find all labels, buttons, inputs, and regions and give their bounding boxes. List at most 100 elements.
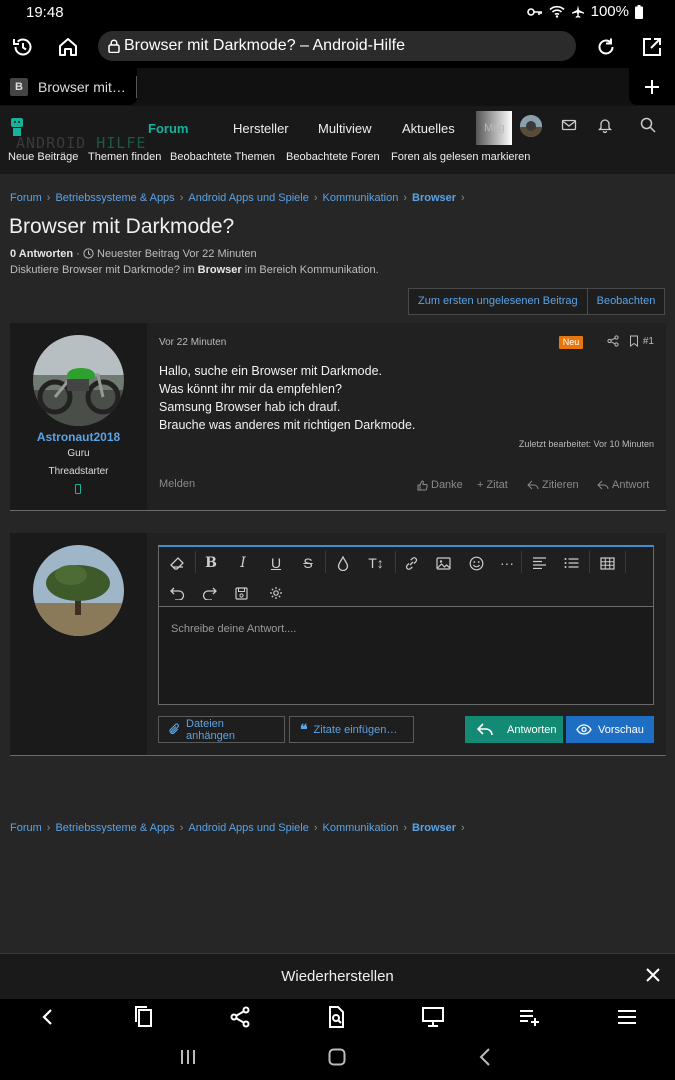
- bold-icon[interactable]: B: [199, 551, 223, 575]
- preview-button[interactable]: Vorschau: [566, 716, 654, 743]
- quote-label: Zitat: [486, 479, 508, 491]
- eraser-icon[interactable]: [165, 551, 189, 575]
- align-icon[interactable]: [527, 551, 551, 575]
- redo-icon[interactable]: [197, 581, 221, 605]
- menu-icon[interactable]: [615, 1006, 639, 1028]
- post-time[interactable]: Vor 22 Minuten: [159, 337, 226, 348]
- settings-gear-icon[interactable]: [264, 581, 288, 605]
- status-time: 19:48: [26, 4, 64, 21]
- subnav-watched-threads[interactable]: Beobachtete Themen: [170, 151, 275, 163]
- battery-icon: [635, 4, 643, 19]
- nav-forum[interactable]: Forum: [148, 121, 188, 136]
- more-options-icon[interactable]: ···: [495, 551, 519, 575]
- breadcrumb-android-apps[interactable]: Android Apps und Spiele: [188, 192, 308, 204]
- reply-arrow-icon: [527, 480, 539, 490]
- history-icon[interactable]: [7, 32, 39, 62]
- breadcrumb-kommunikation[interactable]: Kommunikation: [323, 822, 399, 834]
- post-user-cell: Astronaut2018 Guru Threadstarter: [10, 323, 147, 510]
- user-avatar[interactable]: [520, 115, 542, 137]
- breadcrumb-kommunikation[interactable]: Kommunikation: [323, 192, 399, 204]
- list-icon[interactable]: [559, 551, 583, 575]
- desc-suffix: im Bereich Kommunikation.: [241, 264, 379, 276]
- browser-bottom-bar: [0, 999, 675, 1034]
- attach-files-button[interactable]: Dateien anhängen: [158, 716, 285, 743]
- poster-avatar[interactable]: [33, 335, 124, 426]
- recent-apps-icon[interactable]: [178, 1048, 198, 1066]
- share-icon[interactable]: [607, 335, 619, 347]
- editor-toolbar: B I U S T↕ ···: [159, 547, 653, 607]
- share-icon[interactable]: [228, 1006, 252, 1028]
- breadcrumb-forum[interactable]: Forum: [10, 822, 42, 834]
- browser-toolbar: Browser mit Darkmode? – Android-Hilfe: [0, 26, 675, 68]
- font-size-icon[interactable]: T↕: [361, 551, 391, 575]
- my-avatar[interactable]: [33, 545, 124, 636]
- breadcrumb-android-apps[interactable]: Android Apps und Spiele: [188, 822, 308, 834]
- breadcrumb-os-apps[interactable]: Betriebssysteme & Apps: [55, 822, 174, 834]
- nav-multiview[interactable]: Multiview: [318, 121, 371, 136]
- nav-aktuelles[interactable]: Aktuelles: [402, 121, 455, 136]
- undo-icon[interactable]: [165, 581, 189, 605]
- post-line: Hallo, suche ein Browser mit Darkmode.: [159, 364, 382, 378]
- nav-hersteller[interactable]: Hersteller: [233, 121, 289, 136]
- table-icon[interactable]: [595, 551, 619, 575]
- page-title: Browser mit Darkmode?: [9, 215, 235, 238]
- home-button-icon[interactable]: [327, 1047, 347, 1067]
- find-in-page-icon[interactable]: [324, 1006, 348, 1028]
- post-number[interactable]: #1: [643, 336, 654, 347]
- key-icon: [526, 6, 543, 18]
- first-unread-button[interactable]: Zum ersten ungelesenen Beitrag: [408, 288, 588, 315]
- restore-label[interactable]: Wiederherstellen: [0, 968, 675, 985]
- image-icon[interactable]: [431, 551, 455, 575]
- mail-icon[interactable]: [561, 117, 579, 135]
- insert-quotes-button[interactable]: ❝ Zitate einfügen…: [289, 716, 414, 743]
- italic-icon[interactable]: I: [231, 551, 255, 575]
- system-nav-bar: [0, 1034, 675, 1080]
- cite-button[interactable]: Zitieren: [527, 479, 579, 491]
- subnav-watched-forums[interactable]: Beobachtete Foren: [286, 151, 380, 163]
- reply-body: B I U S T↕ ··· Schreibe deine Antwort...…: [147, 533, 666, 755]
- add-to-queue-icon[interactable]: [518, 1006, 542, 1028]
- reply-button[interactable]: Antwort: [597, 479, 649, 491]
- search-icon[interactable]: [640, 117, 658, 135]
- quote-button[interactable]: + Zitat: [477, 479, 508, 491]
- report-link[interactable]: Melden: [159, 478, 195, 490]
- subnav-mark-read[interactable]: Foren als gelesen markieren: [391, 151, 530, 163]
- breadcrumb-forum[interactable]: Forum: [10, 192, 42, 204]
- reply-count: 0 Antworten: [10, 248, 74, 260]
- subnav-new-posts[interactable]: Neue Beiträge: [8, 151, 78, 163]
- new-tab-button[interactable]: [629, 68, 675, 105]
- breadcrumb-browser[interactable]: Browser: [412, 822, 456, 834]
- address-bar[interactable]: Browser mit Darkmode? – Android-Hilfe: [98, 31, 576, 61]
- url-text: Browser mit Darkmode? – Android-Hilfe: [124, 37, 405, 54]
- thanks-button[interactable]: Danke: [417, 479, 463, 491]
- color-drop-icon[interactable]: [331, 551, 355, 575]
- tabs-icon[interactable]: [132, 1006, 156, 1028]
- breadcrumb-os-apps[interactable]: Betriebssysteme & Apps: [55, 192, 174, 204]
- watch-button[interactable]: Beobachten: [587, 288, 666, 315]
- poster-name[interactable]: Astronaut2018: [10, 430, 147, 444]
- poster-title: Guru: [67, 448, 90, 459]
- close-icon[interactable]: [645, 967, 661, 983]
- reply-input-placeholder[interactable]: Schreibe deine Antwort....: [171, 623, 296, 635]
- submit-reply-button[interactable]: Antworten: [465, 716, 563, 743]
- system-back-icon[interactable]: [477, 1047, 493, 1067]
- open-external-icon[interactable]: [636, 32, 668, 62]
- browser-tab[interactable]: B Browser mit…: [0, 68, 137, 105]
- smiley-icon[interactable]: [464, 551, 488, 575]
- breadcrumb-browser[interactable]: Browser: [412, 192, 456, 204]
- back-icon[interactable]: [36, 1006, 60, 1028]
- bell-icon[interactable]: [597, 117, 615, 135]
- bookmark-icon[interactable]: [629, 335, 639, 347]
- reload-icon[interactable]: [590, 32, 622, 62]
- nav-members[interactable]: Mitg: [476, 111, 512, 145]
- thread-description: Diskutiere Browser mit Darkmode? im Brow…: [10, 264, 379, 276]
- save-draft-icon[interactable]: [229, 581, 253, 605]
- reply-arrow-icon: [597, 480, 609, 490]
- desktop-mode-icon[interactable]: [421, 1006, 445, 1028]
- home-icon[interactable]: [52, 32, 84, 62]
- thanks-label: Danke: [431, 479, 463, 491]
- link-icon[interactable]: [399, 551, 423, 575]
- subnav-find-threads[interactable]: Themen finden: [88, 151, 161, 163]
- strikethrough-icon[interactable]: S: [296, 551, 320, 575]
- underline-icon[interactable]: U: [264, 551, 288, 575]
